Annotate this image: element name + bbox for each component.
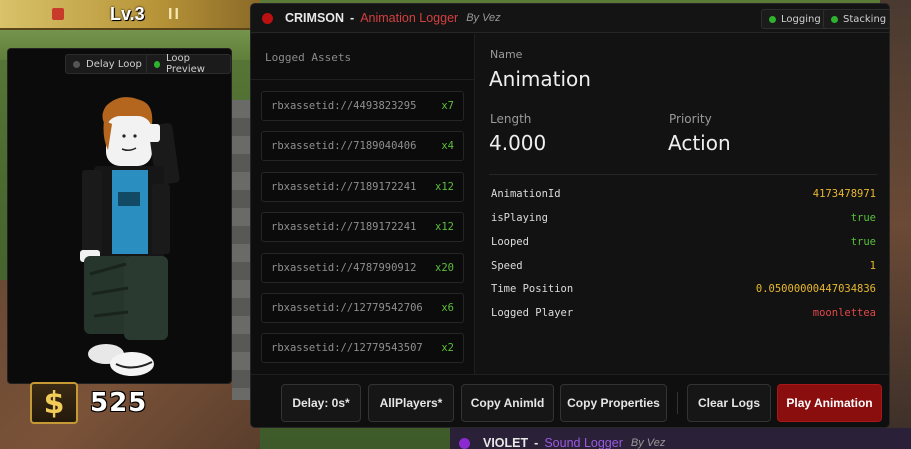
prop-key: isPlaying bbox=[491, 212, 548, 224]
prop-value: 4173478971 bbox=[812, 188, 876, 200]
animation-details-panel: Name Animation Length 4.000 Priority Act… bbox=[475, 34, 889, 374]
prop-key: Logged Player bbox=[491, 307, 574, 319]
pause-icon[interactable]: II bbox=[168, 6, 181, 24]
cash-display: $ 525 bbox=[30, 382, 147, 424]
asset-id: rbxassetid://12779542706 bbox=[271, 302, 423, 314]
asset-item[interactable]: rbxassetid://4787990912 x20 bbox=[261, 253, 464, 283]
sound-logger-titlebar[interactable]: VIOLET - Sound Logger By Vez bbox=[450, 433, 890, 449]
prop-key: AnimationId bbox=[491, 188, 561, 200]
prop-value: 1 bbox=[869, 260, 876, 272]
asset-id: rbxassetid://7189172241 bbox=[271, 221, 417, 233]
prop-time-position: Time Position 0.05000000447034836 bbox=[491, 283, 876, 303]
module-name: Animation Logger bbox=[360, 11, 459, 25]
asset-item[interactable]: rbxassetid://4493823295 x7 bbox=[261, 91, 464, 121]
prop-looped: Looped true bbox=[491, 236, 876, 256]
asset-count: x20 bbox=[435, 262, 454, 274]
logged-assets-panel[interactable]: Logged Assets rbxassetid://4493823295 x7… bbox=[251, 34, 475, 374]
asset-count: x4 bbox=[441, 140, 454, 152]
asset-item[interactable]: rbxassetid://12779542706 x6 bbox=[261, 293, 464, 323]
asset-id: rbxassetid://7189040406 bbox=[271, 140, 417, 152]
prop-key: Speed bbox=[491, 260, 523, 272]
author-label: By Vez bbox=[466, 12, 501, 24]
logging-toggle[interactable]: Logging bbox=[761, 9, 829, 29]
delay-loop-label: Delay Loop bbox=[86, 58, 142, 70]
level-label: Lv.3 bbox=[110, 4, 145, 24]
prop-value: moonlettea bbox=[812, 307, 876, 319]
clear-logs-button[interactable]: Clear Logs bbox=[687, 384, 771, 422]
animation-preview-panel: Delay Loop Loop Preview bbox=[7, 48, 232, 384]
stacking-label: Stacking bbox=[843, 13, 887, 25]
asset-count: x12 bbox=[435, 221, 454, 233]
level-bar-icon bbox=[52, 8, 64, 20]
violet-title-separator: - bbox=[534, 436, 539, 449]
delay-loop-indicator bbox=[73, 60, 80, 68]
priority-value: Action bbox=[668, 131, 731, 155]
asset-count: x6 bbox=[441, 302, 454, 314]
app-name: CRIMSON bbox=[285, 11, 345, 25]
action-bar: Delay: 0s* AllPlayers* Copy AnimId Copy … bbox=[251, 374, 889, 427]
level-bar: Lv.3 II bbox=[0, 0, 260, 30]
loop-preview-indicator bbox=[154, 60, 161, 68]
asset-id: rbxassetid://4493823295 bbox=[271, 100, 417, 112]
prop-value: true bbox=[850, 236, 876, 248]
copy-properties-button[interactable]: Copy Properties bbox=[560, 384, 667, 422]
prop-animation-id: AnimationId 4173478971 bbox=[491, 188, 876, 208]
asset-count: x7 bbox=[441, 100, 454, 112]
cash-amount: 525 bbox=[90, 388, 148, 418]
violet-author-label: By Vez bbox=[630, 437, 666, 449]
asset-id: rbxassetid://4787990912 bbox=[271, 262, 417, 274]
prop-value: true bbox=[850, 212, 876, 224]
loop-preview-toggle[interactable]: Loop Preview bbox=[146, 53, 231, 75]
length-value: 4.000 bbox=[489, 131, 547, 155]
stacking-indicator bbox=[831, 15, 838, 23]
name-value: Animation bbox=[489, 67, 591, 91]
length-label: Length bbox=[490, 112, 532, 126]
asset-item[interactable]: rbxassetid://7189172241 x12 bbox=[261, 172, 464, 202]
copy-animid-button[interactable]: Copy AnimId bbox=[461, 384, 554, 422]
dollar-icon: $ bbox=[30, 382, 78, 424]
logging-label: Logging bbox=[781, 13, 821, 25]
animation-logger-window: CRIMSON - Animation Logger By Vez Loggin… bbox=[250, 3, 890, 428]
stacking-toggle[interactable]: Stacking bbox=[823, 9, 889, 29]
delay-button[interactable]: Delay: 0s* bbox=[281, 384, 361, 422]
asset-id: rbxassetid://12779543507 bbox=[271, 342, 423, 354]
action-separator bbox=[677, 392, 678, 414]
name-label: Name bbox=[490, 48, 523, 61]
violet-status-dot-icon bbox=[459, 437, 470, 449]
violet-app-name: VIOLET bbox=[483, 436, 529, 449]
avatar-preview bbox=[80, 97, 180, 376]
all-players-button[interactable]: AllPlayers* bbox=[368, 384, 454, 422]
status-dot-icon bbox=[262, 12, 273, 24]
prop-logged-player: Logged Player moonlettea bbox=[491, 307, 876, 327]
asset-item[interactable]: rbxassetid://7189040406 x4 bbox=[261, 131, 464, 161]
prop-value: 0.05000000447034836 bbox=[755, 283, 876, 295]
violet-module-name: Sound Logger bbox=[544, 436, 623, 449]
prop-is-playing: isPlaying true bbox=[491, 212, 876, 232]
details-divider bbox=[489, 174, 877, 175]
logging-indicator bbox=[769, 15, 776, 23]
asset-item[interactable]: rbxassetid://7189172241 x12 bbox=[261, 212, 464, 242]
asset-id: rbxassetid://7189172241 bbox=[271, 181, 417, 193]
prop-key: Time Position bbox=[491, 283, 574, 295]
delay-loop-toggle[interactable]: Delay Loop bbox=[65, 54, 150, 74]
loop-preview-label: Loop Preview bbox=[166, 53, 205, 75]
title-separator: - bbox=[350, 11, 355, 25]
asset-count: x2 bbox=[441, 342, 454, 354]
play-animation-button[interactable]: Play Animation bbox=[777, 384, 882, 422]
priority-label: Priority bbox=[669, 112, 712, 126]
prop-key: Looped bbox=[491, 236, 529, 248]
asset-count: x12 bbox=[435, 181, 454, 193]
prop-speed: Speed 1 bbox=[491, 260, 876, 280]
logged-assets-header: Logged Assets bbox=[251, 34, 474, 80]
asset-item[interactable]: rbxassetid://12779543507 x2 bbox=[261, 333, 464, 363]
window-titlebar[interactable]: CRIMSON - Animation Logger By Vez Loggin… bbox=[251, 4, 889, 33]
